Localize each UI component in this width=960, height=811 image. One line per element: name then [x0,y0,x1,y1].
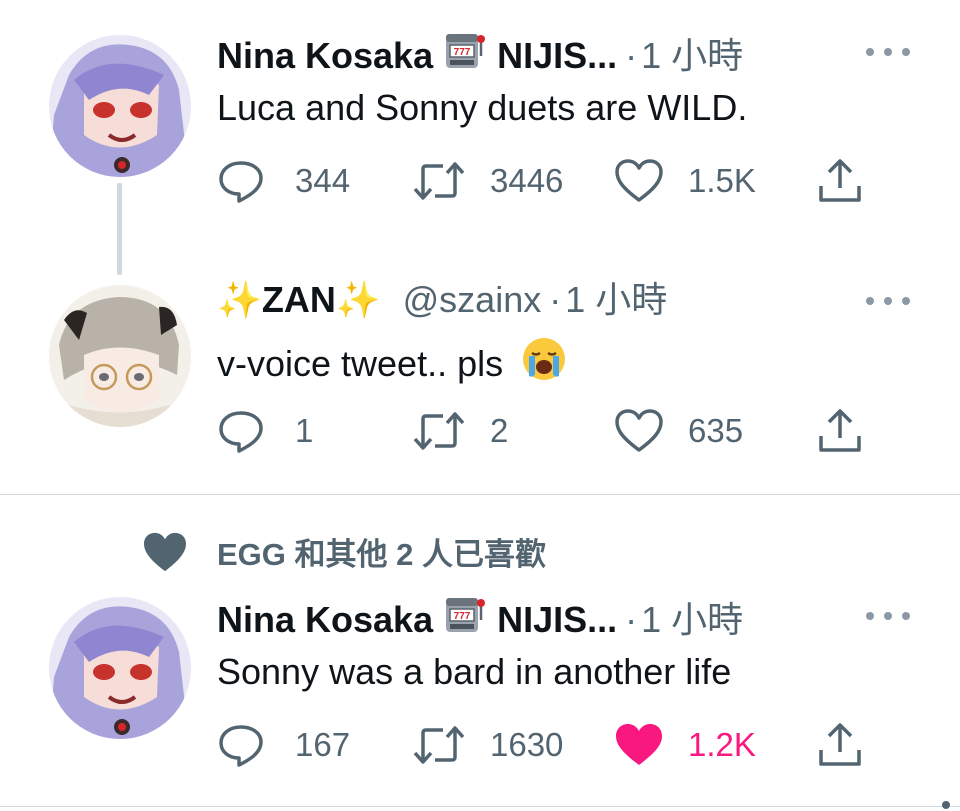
reply-button[interactable]: 344 [217,156,350,206]
tweet-3[interactable]: Nina Kosaka 777 NIJIS... · 1 小時 Sonny wa… [0,580,960,806]
like-button[interactable]: 1.2K [614,720,756,770]
avatar-nina[interactable] [49,35,191,177]
tweet-text: v-voice tweet.. pls [217,343,504,384]
reply-button[interactable]: 1 [217,406,313,456]
retweet-icon [413,726,465,764]
retweet-button[interactable]: 1630 [413,720,563,770]
like-count: 1.5K [688,162,756,199]
retweet-icon [413,162,465,200]
display-name[interactable]: Nina Kosaka [217,34,433,78]
share-button[interactable] [817,720,863,770]
heart-filled-icon [144,532,186,571]
display-name-suffix[interactable]: NIJIS... [497,34,617,78]
retweet-count: 2 [490,412,509,449]
reply-count: 167 [295,726,351,763]
tweet-actions: 167 1630 1.2K [217,720,867,770]
tweet-text: Sonny was a bard in another life [217,651,732,692]
more-options-button[interactable] [866,42,910,62]
tweet-header: ✨ZAN✨ @szainx · 1 小時 [217,278,667,322]
reply-button[interactable]: 167 [217,720,350,770]
svg-text:777: 777 [454,47,471,58]
like-count: 635 [688,412,744,449]
tweet-2[interactable]: ✨ZAN✨ @szainx · 1 小時 v-voice tweet.. pls… [0,240,960,494]
reply-icon [219,161,263,203]
share-icon [819,159,861,202]
separator-dot: · [549,279,562,320]
slot-machine-icon: 777 [443,594,487,646]
tweet-text-row: v-voice tweet.. pls [217,336,567,392]
svg-text:777: 777 [454,611,471,622]
more-dot-icon [866,612,874,620]
tweet-text: Luca and Sonny duets are WILD. [217,87,748,128]
social-context-label: EGG 和其他 2 人已喜歡 [217,537,546,572]
more-options-button[interactable] [866,291,910,311]
share-icon [819,723,861,766]
avatar-nina[interactable] [49,597,191,739]
heart-outline-icon [615,409,663,452]
like-button[interactable]: 1.5K [614,156,756,206]
retweet-button[interactable]: 2 [413,406,508,456]
display-name[interactable]: Nina Kosaka [217,598,433,642]
more-options-button[interactable] [866,606,910,626]
loudly-crying-face-icon [521,336,567,392]
tweet-header: Nina Kosaka 777 NIJIS... · 1 小時 [217,30,743,82]
reply-icon [219,411,263,453]
reply-icon [219,725,263,767]
separator-dot: · [625,599,638,640]
retweet-button[interactable]: 3446 [413,156,563,206]
separator-dot: · [625,35,638,76]
share-icon [819,409,861,452]
timestamp[interactable]: 1 小時 [641,598,743,642]
tweet-header: Nina Kosaka 777 NIJIS... · 1 小時 [217,594,743,646]
display-name[interactable]: ✨ZAN✨ [217,278,381,322]
retweet-count: 1630 [490,726,564,763]
retweet-icon [413,412,465,450]
display-name-suffix[interactable]: NIJIS... [497,598,617,642]
tweet-1[interactable]: Nina Kosaka 777 NIJIS... · 1 小時 Luca and… [0,0,960,275]
reply-count: 344 [295,162,351,199]
social-context[interactable]: EGG 和其他 2 人已喜歡 [142,529,546,574]
heart-outline-icon [615,159,663,202]
timestamp[interactable]: 1 小時 [565,278,667,322]
heart-filled-icon [616,724,662,765]
tweet-actions: 344 3446 1.5K [217,156,867,206]
like-button[interactable]: 635 [614,406,743,456]
more-dot-icon [866,48,874,56]
avatar-zan[interactable] [49,285,191,427]
bottom-divider [0,806,960,807]
share-button[interactable] [817,156,863,206]
share-button[interactable] [817,406,863,456]
reply-count: 1 [295,412,314,449]
like-count: 1.2K [688,726,756,763]
scrollbar-indicator[interactable] [942,801,950,809]
slot-machine-icon: 777 [443,30,487,82]
user-handle[interactable]: @szainx [403,278,542,322]
tweet-divider [0,494,960,495]
tweet-actions: 1 2 635 [217,406,867,456]
more-dot-icon [866,297,874,305]
timestamp[interactable]: 1 小時 [641,34,743,78]
retweet-count: 3446 [490,162,564,199]
